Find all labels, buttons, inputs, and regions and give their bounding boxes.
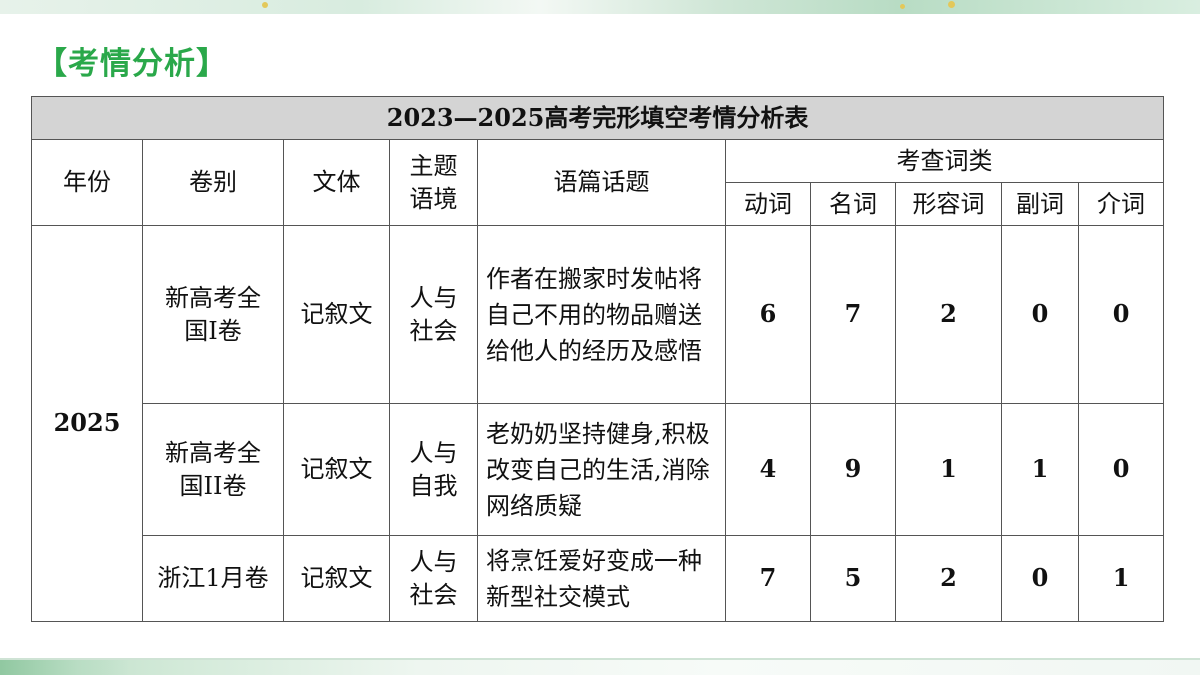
top-decor-banner	[0, 0, 1200, 14]
adverb-count: 0	[1001, 225, 1079, 404]
paper-cell: 浙江1月卷	[142, 535, 284, 622]
leaf-decor	[0, 660, 130, 675]
context-cell: 人与社会	[389, 535, 478, 622]
adjective-count: 1	[895, 403, 1002, 536]
year-cell: 2025	[31, 225, 143, 622]
adjective-count: 2	[895, 535, 1002, 622]
table-title: 2023—2025高考完形填空考情分析表	[30, 96, 1165, 140]
topic-cell: 作者在搬家时发帖将自己不用的物品赠送给他人的经历及感悟	[477, 225, 726, 404]
header-topic: 语篇话题	[477, 139, 726, 226]
decor-dot	[948, 1, 955, 8]
decor-dot	[900, 4, 905, 9]
preposition-count: 0	[1077, 225, 1165, 404]
decor-dot	[262, 2, 268, 8]
header-adjective: 形容词	[895, 182, 1002, 226]
context-cell: 人与自我	[389, 403, 478, 536]
adjective-count: 2	[895, 225, 1002, 404]
table-row: 2025 新高考全国I卷 记叙文 人与社会 作者在搬家时发帖将自己不用的物品赠送…	[31, 225, 1165, 622]
header-paper: 卷别	[142, 139, 284, 226]
noun-count: 9	[810, 403, 896, 536]
header-word-types: 考查词类	[724, 139, 1165, 183]
header-verb: 动词	[725, 182, 811, 226]
topic-cell: 老奶奶坚持健身,积极改变自己的生活,消除网络质疑	[477, 403, 726, 536]
header-preposition: 介词	[1077, 182, 1165, 226]
header-genre: 文体	[283, 139, 390, 226]
verb-count: 7	[725, 535, 811, 622]
header-context: 主题语境	[389, 139, 478, 226]
header-year: 年份	[31, 139, 143, 226]
paper-cell: 新高考全国II卷	[142, 403, 284, 536]
paper-cell: 新高考全国I卷	[142, 225, 284, 404]
adverb-count: 1	[1001, 403, 1079, 536]
bottom-decor-banner	[0, 660, 1200, 675]
adverb-count: 0	[1001, 535, 1079, 622]
verb-count: 4	[725, 403, 811, 536]
verb-count: 6	[725, 225, 811, 404]
table-title-row: 2023—2025高考完形填空考情分析表	[30, 96, 1165, 140]
header-adverb: 副词	[1001, 182, 1079, 226]
header-row: 年份 卷别 文体 主题语境 语篇话题 考查词类	[31, 139, 1165, 226]
section-title: 【考情分析】	[36, 46, 228, 82]
analysis-table: 2023—2025高考完形填空考情分析表 年份 卷别 文体 主题语境 语篇话题 …	[30, 96, 1165, 622]
genre-cell: 记叙文	[283, 535, 390, 622]
preposition-count: 0	[1077, 403, 1165, 536]
genre-cell: 记叙文	[283, 225, 390, 404]
table-row: 浙江1月卷 记叙文 人与社会 将烹饪爱好变成一种新型社交模式 7 5 2 0 1	[32, 535, 1165, 622]
genre-cell: 记叙文	[283, 403, 390, 536]
topic-cell: 将烹饪爱好变成一种新型社交模式	[477, 535, 726, 622]
context-cell: 人与社会	[389, 225, 478, 404]
noun-count: 7	[810, 225, 896, 404]
preposition-count: 1	[1077, 535, 1165, 622]
table-row: 新高考全国II卷 记叙文 人与自我 老奶奶坚持健身,积极改变自己的生活,消除网络…	[32, 403, 1165, 536]
noun-count: 5	[810, 535, 896, 622]
header-noun: 名词	[810, 182, 896, 226]
